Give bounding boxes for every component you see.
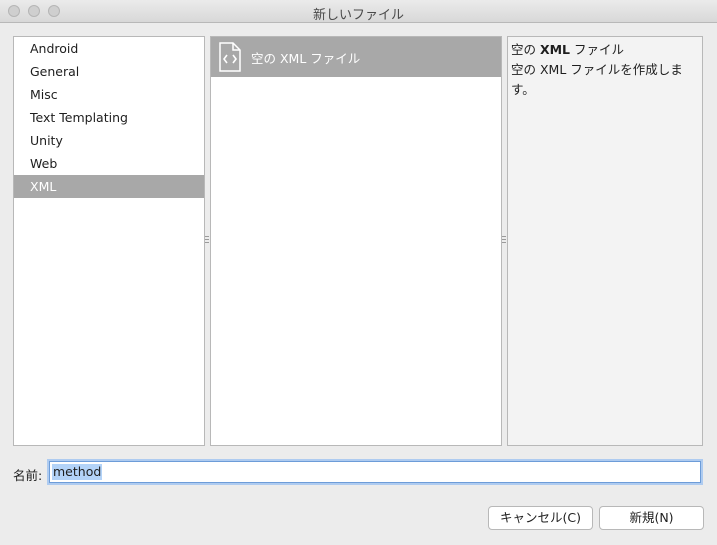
name-input[interactable] xyxy=(49,461,701,483)
category-item-general[interactable]: General xyxy=(14,60,204,83)
template-list[interactable]: 空の XML ファイル xyxy=(210,36,502,446)
category-item-web[interactable]: Web xyxy=(14,152,204,175)
description-text: 空の XML ファイルを作成します。 xyxy=(511,62,683,97)
splitter-handle[interactable] xyxy=(205,236,209,246)
category-item-unity[interactable]: Unity xyxy=(14,129,204,152)
xml-file-icon xyxy=(217,42,243,72)
new-button[interactable]: 新規(N) xyxy=(599,506,704,530)
template-label: 空の XML ファイル xyxy=(251,50,361,66)
cancel-button[interactable]: キャンセル(C) xyxy=(488,506,593,530)
description-panel: 空の XML ファイル 空の XML ファイルを作成します。 xyxy=(507,36,703,446)
category-item-android[interactable]: Android xyxy=(14,37,204,60)
category-list[interactable]: Android General Misc Text Templating Uni… xyxy=(13,36,205,446)
title-bar: 新しいファイル xyxy=(0,0,717,23)
template-item-empty-xml[interactable]: 空の XML ファイル xyxy=(211,37,501,77)
category-item-xml[interactable]: XML xyxy=(14,175,204,198)
description-title: 空の XML ファイル xyxy=(511,42,625,57)
name-label: 名前: xyxy=(13,468,43,483)
category-item-text-templating[interactable]: Text Templating xyxy=(14,106,204,129)
category-item-misc[interactable]: Misc xyxy=(14,83,204,106)
window-title: 新しいファイル xyxy=(312,8,404,23)
splitter-handle[interactable] xyxy=(502,236,506,246)
